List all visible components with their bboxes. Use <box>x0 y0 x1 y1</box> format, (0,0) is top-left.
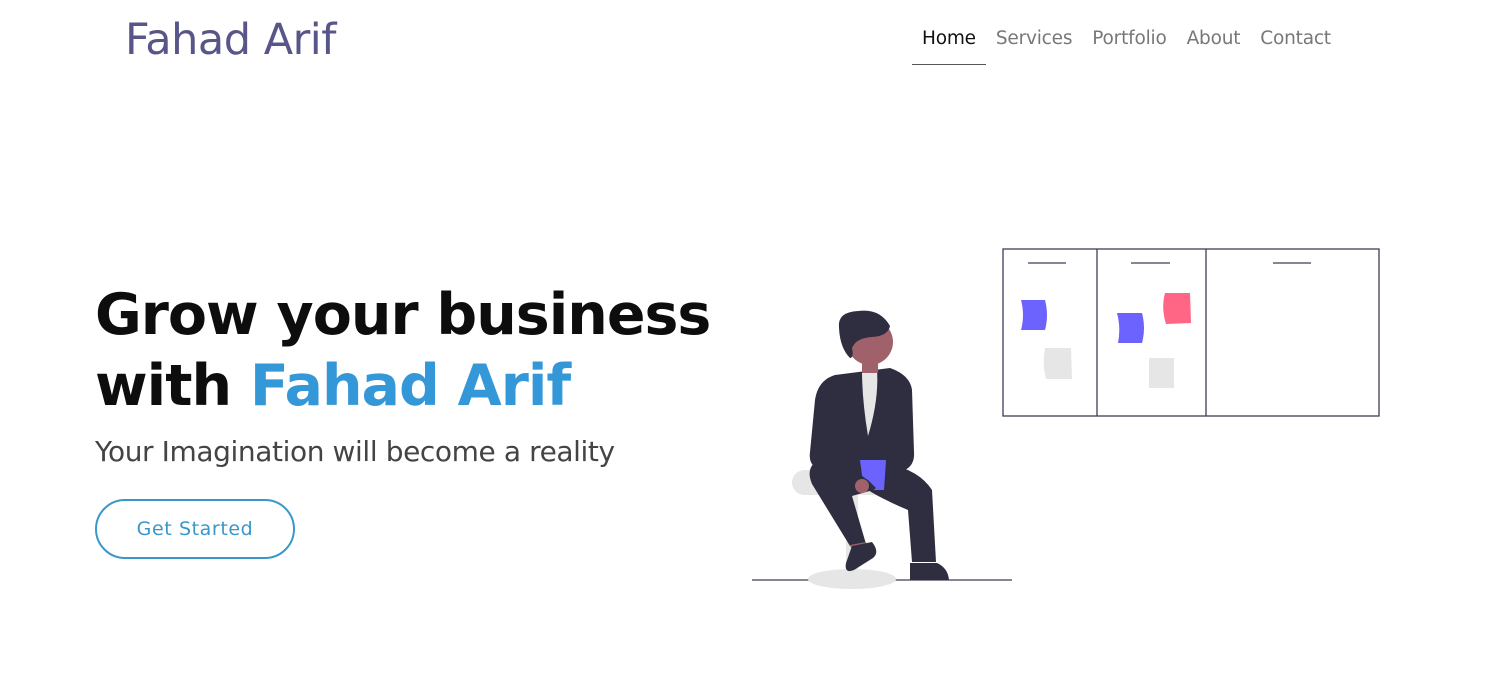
person-on-stool-illustration <box>752 310 1012 589</box>
sticky-note-gray <box>1149 358 1174 388</box>
page: Fahad Arif Home Services Portfolio About… <box>0 0 1506 692</box>
person-hand <box>855 479 869 493</box>
nav-services[interactable]: Services <box>986 22 1082 65</box>
sticky-note-gray <box>1043 348 1072 379</box>
board-frame <box>1002 248 1380 417</box>
get-started-button[interactable]: Get Started <box>95 499 295 559</box>
nav-contact[interactable]: Contact <box>1250 22 1341 65</box>
nav-about[interactable]: About <box>1177 22 1251 65</box>
brand-logo[interactable]: Fahad Arif <box>125 14 336 66</box>
hero-subtitle: Your Imagination will become a reality <box>95 435 615 468</box>
nav-home[interactable]: Home <box>912 22 986 65</box>
kanban-board-illustration <box>1002 248 1380 417</box>
sticky-note-purple <box>1117 313 1144 343</box>
person-shoe <box>910 563 949 580</box>
sticky-note-purple <box>1021 300 1047 330</box>
hero-title-highlight: Fahad Arif <box>249 353 571 419</box>
person-jacket <box>809 368 915 470</box>
hero-title-prefix: with <box>95 353 232 419</box>
hero-title: Grow your business with Fahad Arif <box>95 280 711 422</box>
hero-illustration <box>752 248 1380 589</box>
nav-portfolio[interactable]: Portfolio <box>1082 22 1176 65</box>
sticky-note-pink <box>1163 293 1191 324</box>
main-nav: Home Services Portfolio About Contact <box>912 22 1341 65</box>
hero-title-line1: Grow your business <box>95 282 711 348</box>
